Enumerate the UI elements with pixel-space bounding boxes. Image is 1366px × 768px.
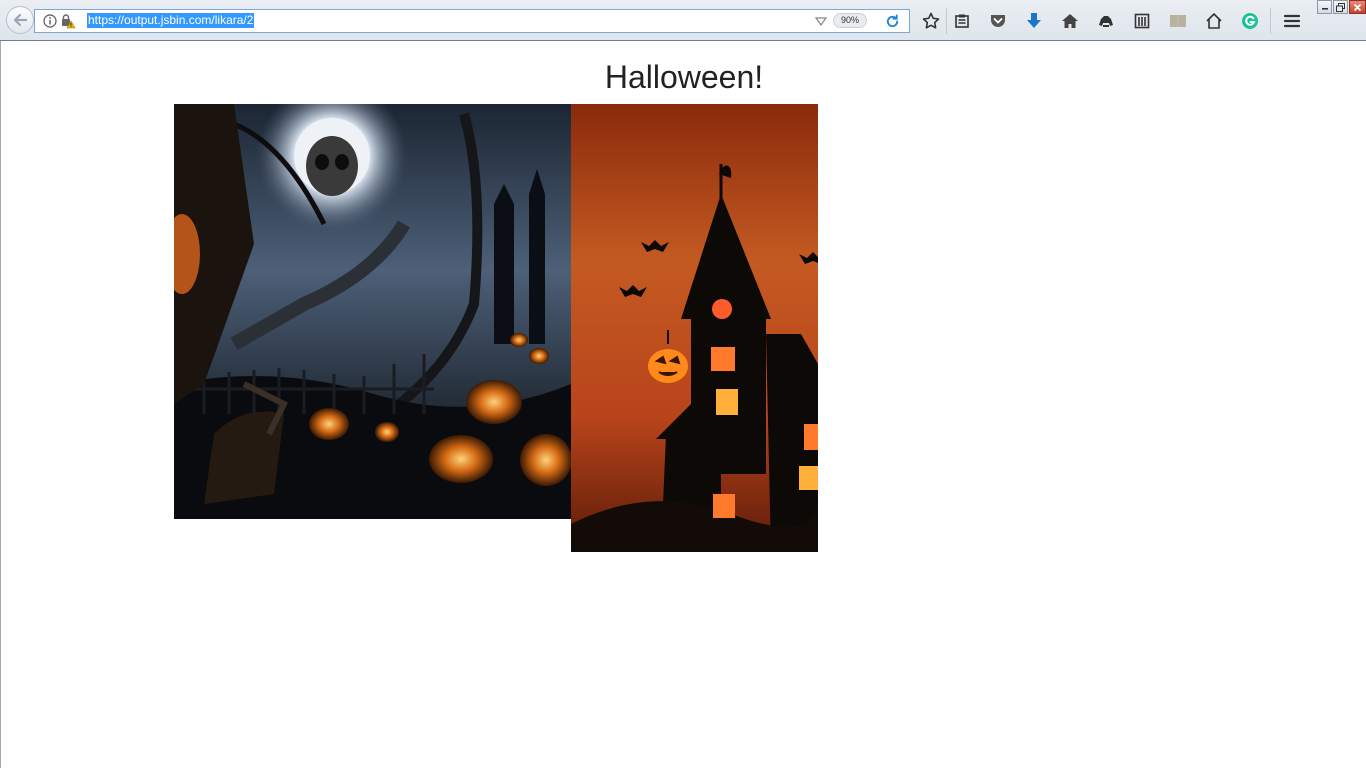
browser-toolbar: https://output.jsbin.com/likara/2 90% (0, 0, 1366, 41)
grammarly-icon[interactable] (1240, 11, 1260, 31)
book-icon[interactable] (1168, 11, 1188, 31)
clipboard-icon[interactable] (952, 11, 972, 31)
close-button[interactable] (1349, 0, 1366, 14)
page-title: Halloween! (604, 59, 764, 95)
minimize-icon (1321, 8, 1328, 10)
url-text[interactable]: https://output.jsbin.com/likara/2 (87, 13, 255, 28)
house-outline-icon[interactable] (1204, 11, 1224, 31)
minimize-button[interactable] (1317, 0, 1332, 14)
restore-icon (1336, 2, 1345, 12)
toolbar-separator (1270, 8, 1271, 34)
sync-icon[interactable] (1096, 11, 1116, 31)
history-dropdown-icon[interactable] (815, 16, 827, 26)
close-icon (1353, 3, 1362, 11)
download-arrow-icon[interactable] (1024, 11, 1044, 31)
pocket-icon[interactable] (988, 11, 1008, 31)
toolbar-separator (946, 8, 947, 34)
address-bar[interactable]: https://output.jsbin.com/likara/2 90% (34, 9, 910, 33)
reload-icon[interactable] (885, 14, 900, 29)
lock-warning-icon[interactable] (60, 13, 76, 29)
scarecrow-moon-pumpkins-image (174, 104, 571, 519)
home-icon[interactable] (1060, 11, 1080, 31)
library-icon[interactable] (1132, 11, 1152, 31)
back-arrow-icon (13, 13, 28, 27)
info-icon[interactable] (43, 14, 57, 28)
page-content: Halloween! (0, 41, 1366, 768)
haunted-house-image (571, 104, 818, 552)
restore-button[interactable] (1333, 0, 1348, 14)
star-icon[interactable] (921, 11, 941, 31)
hamburger-menu-icon[interactable] (1282, 11, 1302, 31)
back-button[interactable] (6, 6, 34, 34)
window-controls (1316, 0, 1366, 17)
zoom-level-badge[interactable]: 90% (833, 13, 867, 28)
